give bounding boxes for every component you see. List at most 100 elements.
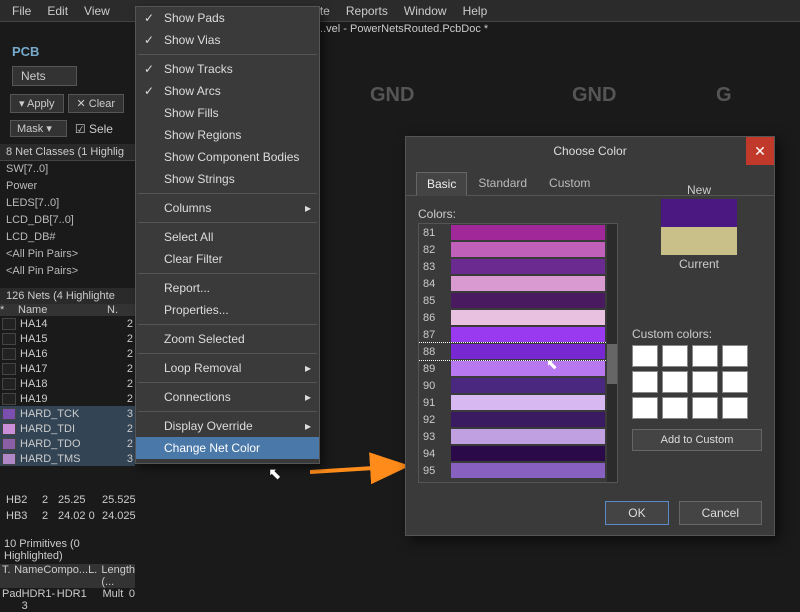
cursor-icon: ⬉ xyxy=(546,356,558,373)
menu-item[interactable]: Show Arcs xyxy=(136,80,319,102)
custom-slot[interactable] xyxy=(692,371,718,393)
color-row[interactable]: 91 xyxy=(419,394,617,411)
menu-item[interactable]: Show Fills xyxy=(136,102,319,124)
net-class-row[interactable]: SW[7..0] xyxy=(0,162,135,176)
net-class-row[interactable]: <All Pin Pairs> xyxy=(0,247,135,261)
color-row[interactable]: 92 xyxy=(419,411,617,428)
canvas-net-label: G xyxy=(716,84,732,107)
color-row[interactable]: 95 xyxy=(419,462,617,479)
menu-item[interactable]: Show Tracks xyxy=(136,58,319,80)
tab-custom[interactable]: Custom xyxy=(538,171,601,195)
menu-item[interactable]: Properties... xyxy=(136,299,319,321)
custom-slot[interactable] xyxy=(722,371,748,393)
new-color-swatch xyxy=(661,199,737,227)
close-button[interactable]: ✕ xyxy=(746,137,774,165)
context-menu[interactable]: Show PadsShow ViasShow TracksShow ArcsSh… xyxy=(135,6,320,464)
color-list[interactable]: 818283848586878889909192939495 xyxy=(418,223,618,483)
menu-item[interactable]: Zoom Selected xyxy=(136,328,319,350)
menu-view[interactable]: View xyxy=(76,2,118,20)
net-row[interactable]: HARD_TCK3 xyxy=(0,406,135,421)
net-row[interactable]: HA142 xyxy=(0,316,135,331)
clear-button[interactable]: ✕ Clear xyxy=(68,94,125,113)
document-tab[interactable]: ...vel - PowerNetsRouted.PcbDoc * xyxy=(311,22,494,40)
custom-slot[interactable] xyxy=(692,397,718,419)
menu-help[interactable]: Help xyxy=(455,2,496,20)
color-row[interactable]: 87 xyxy=(419,326,617,343)
custom-slot[interactable] xyxy=(632,397,658,419)
color-row[interactable]: 82 xyxy=(419,241,617,258)
menu-item[interactable]: Display Override xyxy=(136,415,319,437)
menu-item[interactable]: Show Regions xyxy=(136,124,319,146)
custom-slot[interactable] xyxy=(632,345,658,367)
custom-slot[interactable] xyxy=(722,397,748,419)
custom-slot[interactable] xyxy=(662,397,688,419)
menu-item[interactable]: Change Net Color xyxy=(136,437,319,459)
ok-button[interactable]: OK xyxy=(605,501,668,525)
menu-reports[interactable]: Reports xyxy=(338,2,396,20)
color-row[interactable]: 89 xyxy=(419,360,617,377)
net-row[interactable]: HARD_TDI2 xyxy=(0,421,135,436)
net-row[interactable]: HA162 xyxy=(0,346,135,361)
primitives-header: 10 Primitives (0 Highlighted) xyxy=(0,536,135,564)
custom-slot[interactable] xyxy=(632,371,658,393)
color-row[interactable]: 86 xyxy=(419,309,617,326)
net-row[interactable]: HA182 xyxy=(0,376,135,391)
canvas-net-label: GND xyxy=(370,84,414,107)
net-class-row[interactable]: Power xyxy=(0,179,135,193)
color-row[interactable]: 84 xyxy=(419,275,617,292)
menu-item[interactable]: Columns xyxy=(136,197,319,219)
color-row[interactable]: 94 xyxy=(419,445,617,462)
net-row[interactable]: HA152 xyxy=(0,331,135,346)
current-color-swatch xyxy=(661,227,737,255)
nets-combo[interactable]: Nets xyxy=(12,66,77,86)
net-class-row[interactable]: LCD_DB# xyxy=(0,230,135,244)
color-row[interactable]: 93 xyxy=(419,428,617,445)
custom-slot[interactable] xyxy=(692,345,718,367)
net-row[interactable]: HARD_TDO2 xyxy=(0,436,135,451)
cursor-icon: ⬉ xyxy=(268,464,281,484)
dialog-title: Choose Color ✕ xyxy=(406,137,774,165)
menu-item[interactable]: Loop Removal xyxy=(136,357,319,379)
menu-item[interactable]: Show Pads xyxy=(136,7,319,29)
custom-slot[interactable] xyxy=(662,371,688,393)
apply-button[interactable]: ▾ Apply xyxy=(10,94,64,113)
select-checkbox[interactable]: ☑ Sele xyxy=(75,122,113,136)
menu-item[interactable]: Select All xyxy=(136,226,319,248)
color-scrollbar[interactable] xyxy=(607,224,617,482)
custom-slot[interactable] xyxy=(722,345,748,367)
menu-item[interactable]: Report... xyxy=(136,277,319,299)
net-class-row[interactable]: LCD_DB[7..0] xyxy=(0,213,135,227)
menu-item[interactable]: Show Component Bodies xyxy=(136,146,319,168)
menu-file[interactable]: File xyxy=(4,2,39,20)
net-row[interactable]: HA192 xyxy=(0,391,135,406)
custom-slot[interactable] xyxy=(662,345,688,367)
color-row[interactable]: 90 xyxy=(419,377,617,394)
menu-edit[interactable]: Edit xyxy=(39,2,76,20)
tab-basic[interactable]: Basic xyxy=(416,172,467,196)
menu-item[interactable]: Connections xyxy=(136,386,319,408)
menubar[interactable]: File Edit View Route Reports Window Help xyxy=(0,0,800,22)
tab-standard[interactable]: Standard xyxy=(467,171,538,195)
custom-colors-label: Custom colors: xyxy=(632,327,762,341)
nets-columns[interactable]: *NameN. xyxy=(0,304,135,316)
color-row[interactable]: 81 xyxy=(419,224,617,241)
color-row[interactable]: 83 xyxy=(419,258,617,275)
new-label: New xyxy=(648,183,750,197)
mask-select[interactable]: Mask ▾ xyxy=(10,120,67,137)
cancel-button[interactable]: Cancel xyxy=(679,501,762,525)
panel-title: PCB xyxy=(12,44,39,59)
net-row[interactable]: HARD_TMS3 xyxy=(0,451,135,466)
color-row[interactable]: 85 xyxy=(419,292,617,309)
net-row[interactable]: HA172 xyxy=(0,361,135,376)
add-to-custom-button[interactable]: Add to Custom xyxy=(632,429,762,451)
color-row[interactable]: 88 xyxy=(419,343,617,360)
custom-color-grid[interactable] xyxy=(632,345,762,419)
net-class-row[interactable]: <All Pin Pairs> xyxy=(0,264,135,278)
menu-window[interactable]: Window xyxy=(396,2,455,20)
scroll-thumb[interactable] xyxy=(607,344,617,384)
menu-item[interactable]: Clear Filter xyxy=(136,248,319,270)
nets-table: *NameN. HA142HA152HA162HA172HA182HA192HA… xyxy=(0,304,135,466)
net-class-row[interactable]: LEDS[7..0] xyxy=(0,196,135,210)
menu-item[interactable]: Show Vias xyxy=(136,29,319,51)
menu-item[interactable]: Show Strings xyxy=(136,168,319,190)
